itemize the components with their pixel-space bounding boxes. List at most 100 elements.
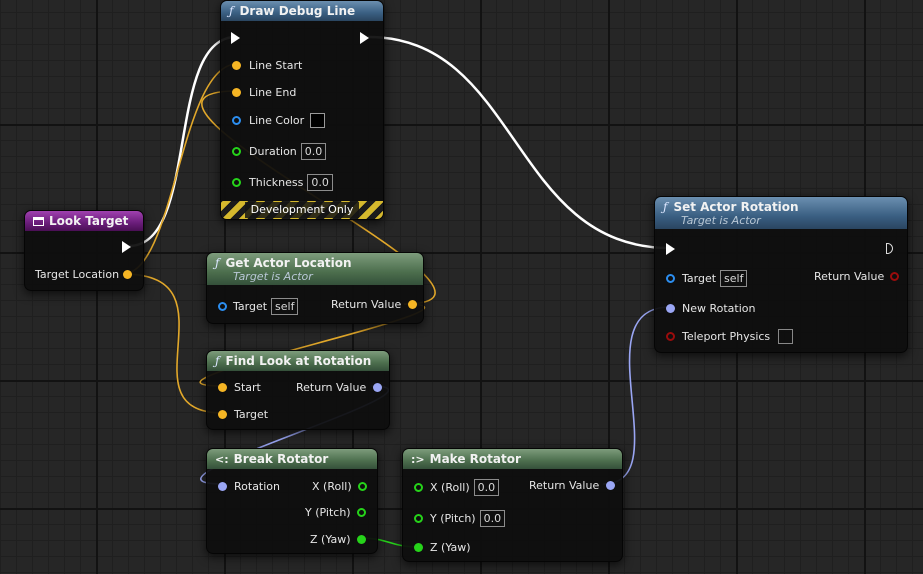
node-title: Make Rotator bbox=[429, 452, 521, 466]
object-pin-icon bbox=[218, 302, 227, 311]
function-icon: ƒ bbox=[215, 255, 220, 270]
pin-label: Return Value bbox=[296, 381, 367, 394]
return-value-pin[interactable]: Return Value bbox=[296, 381, 383, 394]
rotator-pin-icon bbox=[373, 383, 383, 392]
object-pin-icon bbox=[666, 274, 675, 283]
pin-label: Thickness bbox=[249, 176, 304, 189]
pin-label: Z (Yaw) bbox=[310, 533, 351, 546]
target-input[interactable]: self bbox=[720, 270, 748, 287]
teleport-physics-checkbox[interactable] bbox=[778, 329, 794, 344]
node-header[interactable]: Look Target bbox=[25, 211, 143, 231]
development-only-banner: Development Only bbox=[221, 201, 383, 219]
y-pitch-pin[interactable]: Y (Pitch) 0.0 bbox=[414, 510, 506, 527]
function-icon: ƒ bbox=[215, 354, 220, 368]
pin-label: Line End bbox=[249, 86, 297, 99]
target-pin[interactable]: Target self bbox=[666, 270, 748, 287]
line-start-pin[interactable]: Line Start bbox=[232, 59, 302, 72]
return-value-pin[interactable]: Return Value bbox=[331, 298, 418, 311]
return-value-pin[interactable]: Return Value bbox=[529, 479, 616, 492]
teleport-physics-pin[interactable]: Teleport Physics bbox=[666, 329, 794, 344]
exec-out-pin[interactable] bbox=[122, 241, 131, 253]
vector-pin-icon bbox=[232, 88, 241, 97]
pin-label: Line Color bbox=[249, 114, 305, 127]
node-header[interactable]: <: Break Rotator bbox=[207, 449, 377, 469]
pin-label: Z (Yaw) bbox=[430, 541, 471, 554]
float-pin-icon bbox=[356, 508, 366, 517]
function-icon: ƒ bbox=[663, 199, 668, 214]
function-icon: ƒ bbox=[229, 4, 234, 18]
pin-label: Target bbox=[234, 408, 269, 421]
pin-label: Rotation bbox=[234, 480, 281, 493]
pin-label: X (Roll) bbox=[430, 481, 470, 494]
x-roll-input[interactable]: 0.0 bbox=[473, 479, 500, 496]
pin-label: Duration bbox=[249, 145, 297, 158]
float-pin-icon bbox=[232, 178, 241, 187]
rotation-pin[interactable]: Rotation bbox=[218, 480, 280, 493]
vector-pin-icon bbox=[123, 270, 133, 279]
node-header[interactable]: ƒ Draw Debug Line bbox=[221, 1, 383, 21]
x-roll-pin[interactable]: X (Roll) bbox=[312, 480, 367, 493]
return-value-pin[interactable]: Return Value bbox=[814, 270, 900, 283]
node-header[interactable]: :> Make Rotator bbox=[403, 449, 622, 469]
get-actor-location-node[interactable]: ƒ Get Actor Location Target is Actor Targ… bbox=[206, 252, 424, 324]
exec-in-pin[interactable] bbox=[666, 243, 675, 255]
float-pin-icon bbox=[414, 514, 423, 523]
target-pin[interactable]: Target bbox=[218, 408, 268, 421]
node-header[interactable]: ƒ Set Actor Rotation Target is Actor bbox=[655, 197, 907, 229]
set-actor-rotation-node[interactable]: ƒ Set Actor Rotation Target is Actor Targ… bbox=[654, 196, 908, 353]
target-input[interactable]: self bbox=[271, 298, 299, 315]
node-header[interactable]: ƒ Get Actor Location Target is Actor bbox=[207, 253, 423, 285]
find-look-at-rotation-node[interactable]: ƒ Find Look at Rotation Start Return Val… bbox=[206, 350, 390, 430]
y-pitch-pin[interactable]: Y (Pitch) bbox=[305, 506, 366, 519]
make-rotator-node[interactable]: :> Make Rotator X (Roll) 0.0 Return Valu… bbox=[402, 448, 623, 562]
thickness-pin[interactable]: Thickness 0.0 bbox=[232, 174, 333, 191]
z-yaw-pin[interactable]: Z (Yaw) bbox=[414, 541, 471, 554]
pin-label: Start bbox=[234, 381, 261, 394]
line-end-pin[interactable]: Line End bbox=[232, 86, 296, 99]
look-target-node[interactable]: Look Target Target Location bbox=[24, 210, 144, 291]
vector-pin-icon bbox=[218, 410, 227, 419]
rotator-pin-icon bbox=[218, 482, 227, 491]
target-location-pin[interactable]: Target Location bbox=[35, 268, 133, 281]
pin-label: Y (Pitch) bbox=[305, 506, 351, 519]
bool-pin-icon bbox=[666, 332, 675, 341]
pin-label: New Rotation bbox=[682, 302, 756, 315]
exec-out-pin[interactable] bbox=[360, 32, 369, 44]
z-yaw-pin[interactable]: Z (Yaw) bbox=[310, 533, 366, 546]
break-rotator-node[interactable]: <: Break Rotator Rotation X (Roll) Y (Pi… bbox=[206, 448, 378, 554]
node-title: Draw Debug Line bbox=[239, 4, 356, 18]
line-color-swatch[interactable] bbox=[310, 113, 326, 128]
rotator-pin-icon bbox=[666, 304, 675, 313]
thickness-input[interactable]: 0.0 bbox=[307, 174, 333, 191]
float-pin-icon bbox=[356, 535, 366, 544]
node-title: Find Look at Rotation bbox=[225, 354, 372, 368]
node-title: Look Target bbox=[49, 214, 129, 228]
bool-pin-icon bbox=[890, 272, 900, 281]
pin-label: Y (Pitch) bbox=[430, 512, 476, 525]
duration-input[interactable]: 0.0 bbox=[300, 143, 327, 160]
draw-debug-line-node[interactable]: ƒ Draw Debug Line Line Start Line End Li… bbox=[220, 0, 384, 220]
exec-out-pin[interactable] bbox=[886, 243, 893, 254]
pin-label: X (Roll) bbox=[312, 480, 352, 493]
node-subtitle: Target is Actor bbox=[681, 213, 761, 227]
vector-pin-icon bbox=[232, 61, 241, 70]
duration-pin[interactable]: Duration 0.0 bbox=[232, 143, 327, 160]
float-pin-icon bbox=[414, 483, 423, 492]
pin-label: Target bbox=[682, 272, 717, 285]
start-pin[interactable]: Start bbox=[218, 381, 261, 394]
exec-in-pin[interactable] bbox=[231, 32, 240, 44]
x-roll-pin[interactable]: X (Roll) 0.0 bbox=[414, 479, 500, 496]
vector-pin-icon bbox=[408, 300, 418, 309]
pin-label: Return Value bbox=[331, 298, 402, 311]
pin-label: Teleport Physics bbox=[682, 330, 771, 343]
target-pin[interactable]: Target self bbox=[218, 298, 299, 315]
banner-label: Development Only bbox=[244, 202, 360, 218]
make-struct-icon: :> bbox=[411, 452, 425, 466]
node-title: Get Actor Location bbox=[225, 255, 352, 270]
float-pin-icon bbox=[414, 543, 423, 552]
line-color-pin[interactable]: Line Color bbox=[232, 113, 326, 128]
node-header[interactable]: ƒ Find Look at Rotation bbox=[207, 351, 389, 371]
y-pitch-input[interactable]: 0.0 bbox=[479, 510, 506, 527]
break-struct-icon: <: bbox=[215, 452, 229, 466]
new-rotation-pin[interactable]: New Rotation bbox=[666, 302, 756, 315]
